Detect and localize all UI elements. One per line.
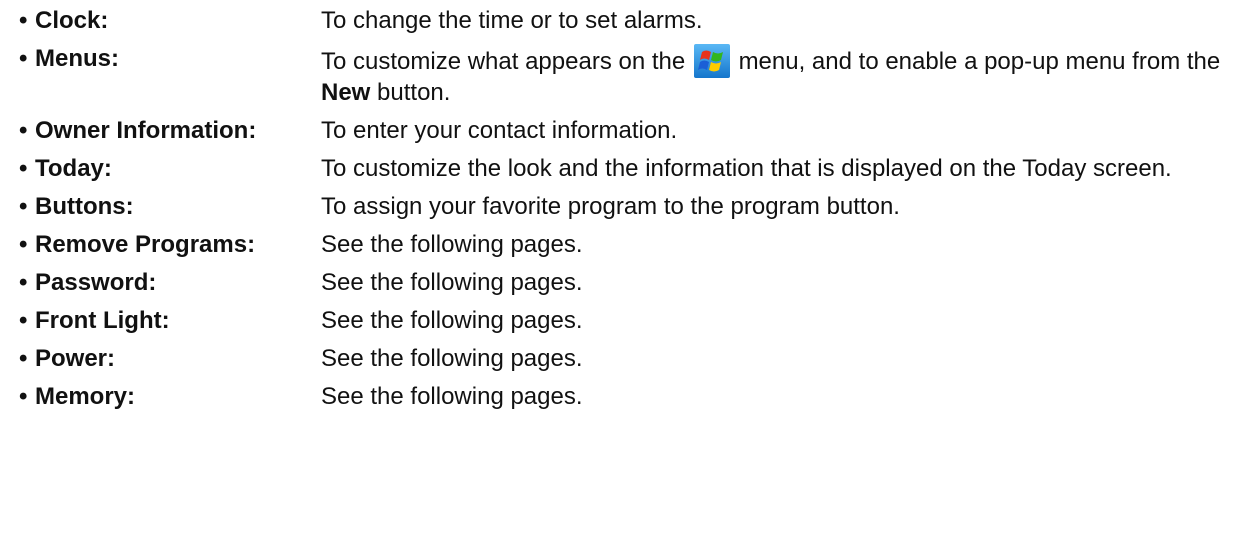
term-front-light: Front Light: (35, 307, 170, 334)
term-menus: Menus: (35, 45, 119, 72)
desc-buttons: To assign your favorite program to the p… (321, 193, 900, 220)
bullet: • (19, 383, 28, 410)
bullet: • (19, 345, 28, 372)
desc-remove-programs: See the following pages. (321, 231, 583, 258)
list-item-menus: • Menus: To customize what appears on th… (19, 44, 1229, 107)
bullet: • (19, 155, 28, 182)
list-item-clock: • Clock: To change the time or to set al… (19, 6, 1229, 35)
settings-list: • Clock: To change the time or to set al… (19, 6, 1229, 420)
bullet: • (19, 193, 28, 220)
list-item-power: • Power: See the following pages. (19, 344, 1229, 373)
desc-today: To customize the look and the informatio… (321, 155, 1172, 182)
bullet: • (19, 307, 28, 334)
term-clock: Clock: (35, 7, 109, 34)
bullet: • (19, 117, 28, 144)
desc-password: See the following pages. (321, 269, 583, 296)
list-item-memory: • Memory: See the following pages. (19, 382, 1229, 411)
desc-menus-part1: To customize what appears on the (321, 48, 686, 75)
list-item-today: • Today: To customize the look and the i… (19, 154, 1229, 183)
desc-power: See the following pages. (321, 345, 583, 372)
list-item-password: • Password: See the following pages. (19, 268, 1229, 297)
bullet: • (19, 45, 28, 72)
desc-menus-part3: button. (377, 79, 451, 106)
desc-menus-part2: menu, and to enable a pop-up menu from t… (738, 48, 1221, 75)
bullet: • (19, 7, 28, 34)
list-item-owner-information: • Owner Information: To enter your conta… (19, 116, 1229, 145)
desc-owner-information: To enter your contact information. (321, 117, 678, 144)
desc-memory: See the following pages. (321, 383, 583, 410)
term-remove-programs: Remove Programs: (35, 231, 256, 258)
term-password: Password: (35, 269, 157, 296)
bullet: • (19, 231, 28, 258)
windows-start-flag-icon (693, 44, 730, 78)
term-today: Today: (35, 155, 112, 182)
bullet: • (19, 269, 28, 296)
desc-clock: To change the time or to set alarms. (321, 7, 703, 34)
term-memory: Memory: (35, 383, 136, 410)
term-buttons: Buttons: (35, 193, 134, 220)
term-power: Power: (35, 345, 116, 372)
desc-menus: To customize what appears on the menu, a… (321, 44, 1226, 107)
list-item-buttons: • Buttons: To assign your favorite progr… (19, 192, 1229, 221)
list-item-remove-programs: • Remove Programs: See the following pag… (19, 230, 1229, 259)
term-owner-information: Owner Information: (35, 117, 257, 144)
desc-front-light: See the following pages. (321, 307, 583, 334)
new-button-label: New (321, 79, 371, 106)
list-item-front-light: • Front Light: See the following pages. (19, 306, 1229, 335)
